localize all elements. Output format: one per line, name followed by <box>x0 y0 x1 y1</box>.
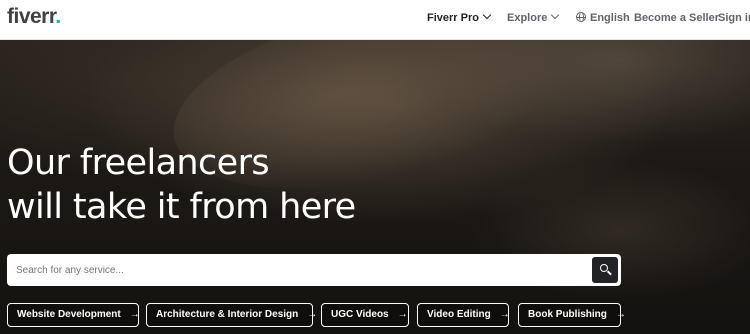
category-pill-book-publishing[interactable]: Book Publishing → <box>518 303 626 327</box>
top-navbar: fiverr. Fiverr Pro Explore English Becom… <box>0 0 750 40</box>
logo-text: fiverr <box>7 5 56 28</box>
nav-become-seller-label: Become a Seller <box>634 12 719 24</box>
nav-explore[interactable]: Explore <box>507 10 560 25</box>
page: fiverr. Fiverr Pro Explore English Becom… <box>0 0 750 334</box>
logo-dot: . <box>55 5 61 28</box>
chevron-down-icon <box>482 10 492 20</box>
arrow-right-icon: → <box>129 309 140 320</box>
search-button[interactable] <box>592 257 618 283</box>
chevron-down-icon <box>551 10 560 20</box>
arrow-right-icon: → <box>397 309 408 320</box>
category-pill-label: Video Editing <box>427 309 491 320</box>
arrow-right-icon: → <box>615 309 626 320</box>
category-pill-label: Website Development <box>17 309 121 320</box>
hero-headline-line-1: Our freelancers <box>7 143 270 183</box>
nav-fiverr-pro[interactable]: Fiverr Pro <box>427 10 492 25</box>
nav-explore-label: Explore <box>507 12 548 24</box>
fiverr-logo[interactable]: fiverr. <box>7 6 61 28</box>
search-bar <box>7 254 621 286</box>
hero-section: Our freelancers will take it from here W… <box>0 40 750 334</box>
nav-sign-in[interactable]: Sign in <box>718 11 750 25</box>
category-pill-ugc-videos[interactable]: UGC Videos → <box>321 303 409 327</box>
hero-headline-line-2: will take it from here <box>7 187 356 227</box>
category-pill-website-development[interactable]: Website Development → <box>7 303 140 327</box>
globe-icon <box>576 12 586 22</box>
nav-language-label: English <box>590 12 630 24</box>
hero-headline: Our freelancers will take it from here <box>7 141 356 229</box>
category-pill-label: UGC Videos <box>331 309 389 320</box>
category-pill-video-editing[interactable]: Video Editing → <box>417 303 510 327</box>
category-pill-label: Architecture & Interior Design <box>156 309 299 320</box>
search-icon-handle <box>607 270 612 276</box>
category-pill-architecture-interior-design[interactable]: Architecture & Interior Design → <box>146 303 317 327</box>
nav-sign-in-label: Sign in <box>718 12 750 24</box>
arrow-right-icon: → <box>499 309 510 320</box>
nav-become-seller[interactable]: Become a Seller <box>634 11 719 25</box>
nav-language[interactable]: English <box>576 11 630 25</box>
nav-fiverr-pro-label: Fiverr Pro <box>427 12 479 24</box>
arrow-right-icon: → <box>307 309 318 320</box>
category-pill-label: Book Publishing <box>528 309 607 320</box>
search-input[interactable] <box>16 254 576 286</box>
